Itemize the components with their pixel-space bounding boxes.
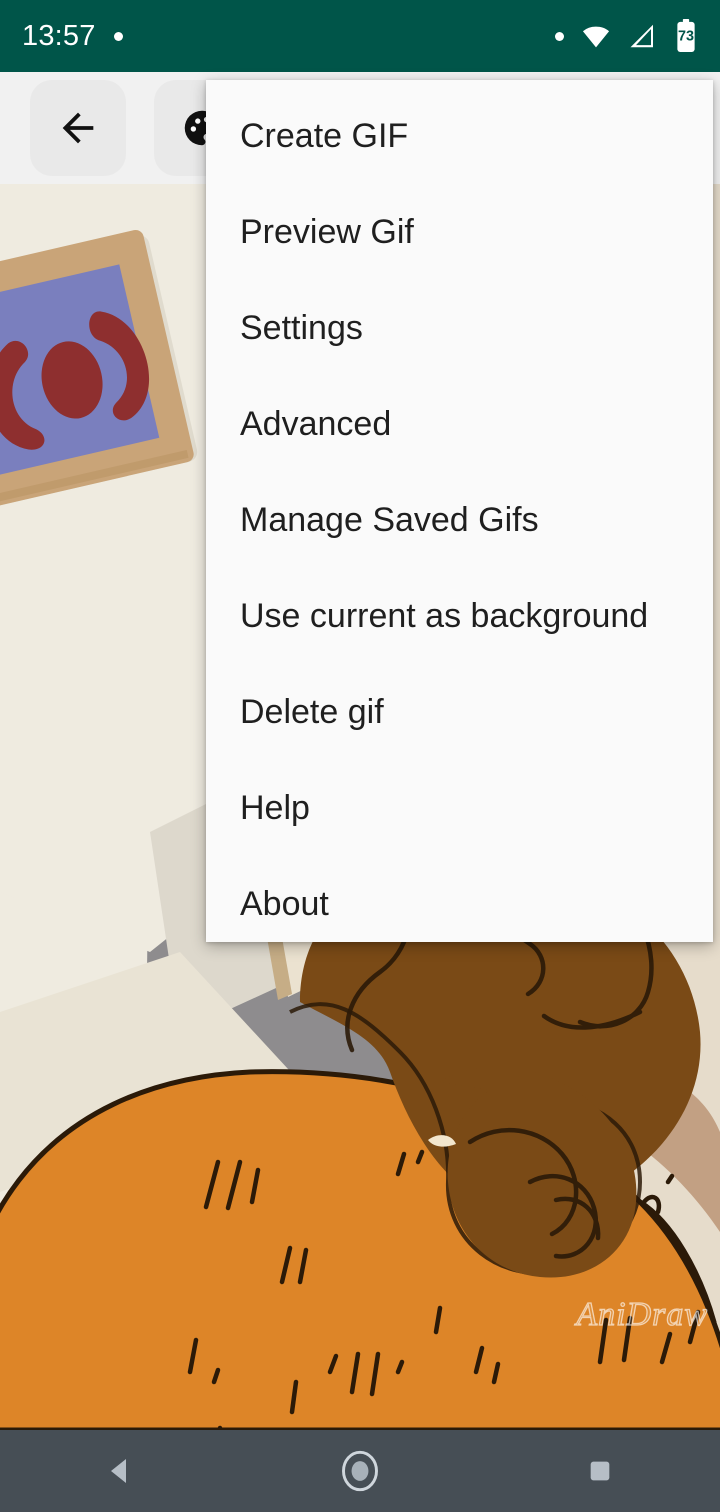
back-button[interactable] [30, 80, 126, 176]
menu-item-use-current-as-background[interactable]: Use current as background [206, 568, 713, 664]
menu-item-settings[interactable]: Settings [206, 280, 713, 376]
system-navigation-bar [0, 1430, 720, 1512]
menu-item-preview-gif[interactable]: Preview Gif [206, 184, 713, 280]
menu-item-manage-saved-gifs[interactable]: Manage Saved Gifs [206, 472, 713, 568]
nav-home-button[interactable] [300, 1430, 420, 1512]
menu-item-label: Settings [240, 309, 363, 347]
cell-signal-icon [630, 24, 653, 48]
battery-icon: 73 [677, 19, 695, 52]
menu-item-delete-gif[interactable]: Delete gif [206, 664, 713, 760]
status-bar-right: 73 [555, 19, 698, 53]
nav-home-circle-icon [342, 1450, 378, 1492]
menu-item-label: Preview Gif [240, 213, 414, 251]
menu-item-label: Advanced [240, 405, 392, 443]
privacy-dot-icon [555, 31, 564, 41]
arrow-back-icon [62, 112, 94, 144]
nav-recents-button[interactable] [540, 1430, 660, 1512]
nav-back-triangle-icon [111, 1459, 126, 1483]
nav-back-button[interactable] [60, 1430, 180, 1512]
battery-level-text: 73 [678, 29, 694, 45]
menu-item-create-gif[interactable]: Create GIF [206, 88, 713, 184]
menu-item-advanced[interactable]: Advanced [206, 376, 713, 472]
menu-item-label: Delete gif [240, 693, 384, 731]
menu-item-label: Create GIF [240, 117, 409, 155]
status-clock: 13:57 [22, 19, 96, 52]
nav-recents-square-icon [590, 1461, 610, 1481]
menu-item-label: Help [240, 789, 310, 827]
menu-item-help[interactable]: Help [206, 760, 713, 856]
menu-item-about[interactable]: About [206, 856, 713, 952]
phone-screen: AniDraw 13:57 [0, 0, 720, 1512]
wifi-icon [582, 26, 610, 48]
status-bar-left: 13:57 [22, 20, 123, 53]
menu-item-label: Use current as background [240, 597, 649, 635]
menu-item-label: Manage Saved Gifs [240, 501, 539, 539]
overflow-menu[interactable]: Create GIF Preview Gif Settings Advanced… [206, 80, 713, 942]
notification-dot-icon [113, 31, 123, 41]
status-bar: 13:57 73 [0, 0, 720, 72]
menu-item-label: About [240, 885, 329, 923]
